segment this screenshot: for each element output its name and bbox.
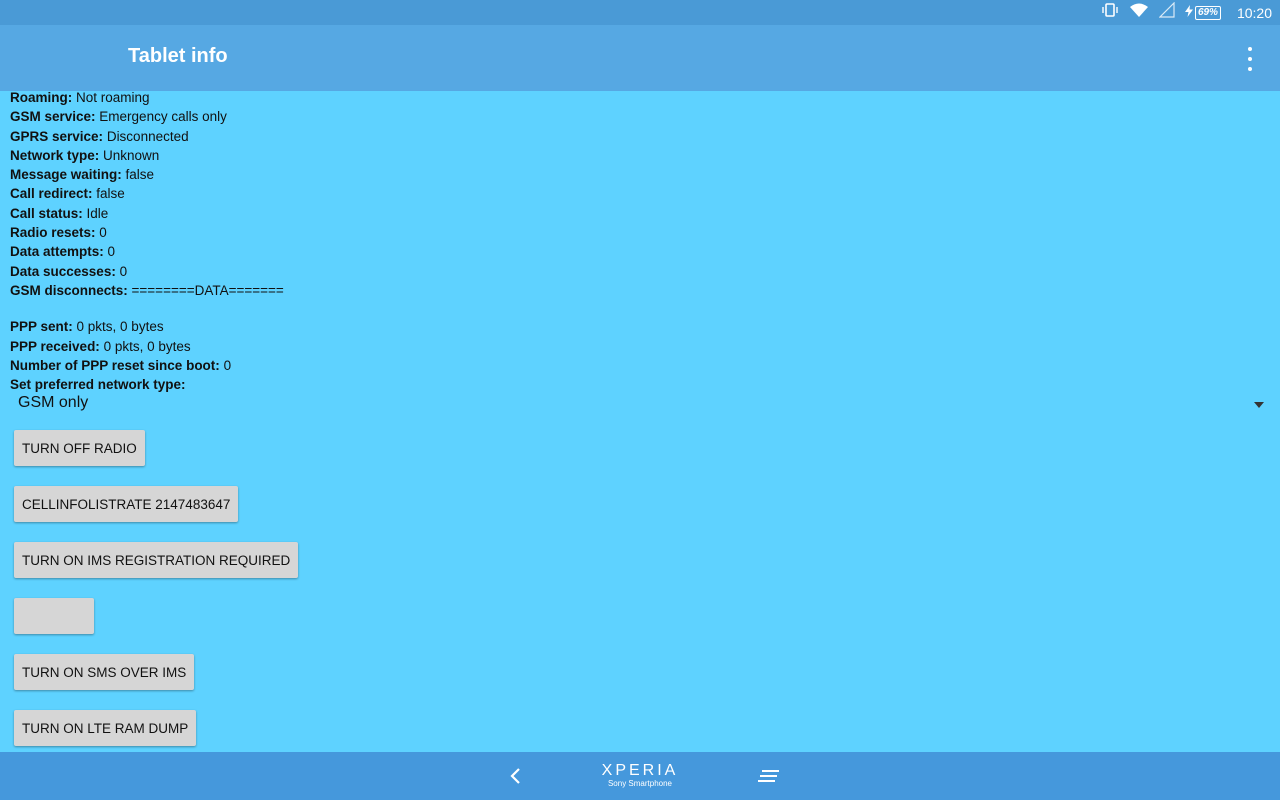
info-content: Roaming: Not roaming GSM service: Emergen… bbox=[10, 88, 1270, 394]
info-label: Data successes: bbox=[10, 263, 116, 279]
info-row: PPP received: 0 pkts, 0 bytes bbox=[10, 337, 1270, 356]
info-label: Network type: bbox=[10, 147, 100, 163]
charging-icon bbox=[1184, 4, 1193, 22]
brand-subtitle: Sony Smartphone bbox=[607, 779, 673, 788]
info-label: Message waiting: bbox=[10, 167, 122, 183]
info-row: Message waiting: false bbox=[10, 165, 1270, 184]
brand-logo: XPERIA Sony Smartphone bbox=[592, 762, 688, 788]
info-label: Data attempts: bbox=[10, 244, 104, 260]
info-value: 0 bbox=[95, 225, 107, 241]
info-list: Roaming: Not roaming GSM service: Emergen… bbox=[10, 88, 1270, 300]
lte-ram-dump-button[interactable]: TURN ON LTE RAM DUMP bbox=[14, 710, 197, 746]
ims-registration-required-button[interactable]: TURN ON IMS REGISTRATION REQUIRED bbox=[14, 542, 299, 578]
info-row: GSM disconnects: ========DATA======= bbox=[10, 281, 1270, 300]
app-bar: Tablet info bbox=[0, 25, 1280, 91]
sms-over-ims-button[interactable]: TURN ON SMS OVER IMS bbox=[14, 654, 195, 690]
ppp-list: PPP sent: 0 pkts, 0 bytes PPP received: 0… bbox=[10, 317, 1270, 394]
turn-off-radio-button[interactable]: TURN OFF RADIO bbox=[14, 430, 145, 466]
info-value: 0 pkts, 0 bytes bbox=[72, 319, 164, 335]
info-label: Call status: bbox=[10, 205, 83, 221]
info-value: Disconnected bbox=[103, 128, 189, 144]
info-label: Radio resets: bbox=[10, 225, 96, 241]
blank-button[interactable] bbox=[14, 598, 94, 634]
info-value: Unknown bbox=[99, 147, 160, 163]
info-value: Not roaming bbox=[72, 90, 150, 105]
info-label: Roaming: bbox=[10, 90, 73, 105]
info-label: GSM disconnects: bbox=[10, 282, 128, 298]
info-row: Data successes: 0 bbox=[10, 262, 1270, 281]
info-value: 0 bbox=[103, 244, 116, 260]
overflow-menu-icon[interactable] bbox=[1242, 47, 1258, 71]
page-title: Tablet info bbox=[128, 45, 228, 67]
info-row: Set preferred network type: bbox=[10, 375, 1270, 394]
network-type-selected: GSM only bbox=[18, 394, 89, 411]
info-label: Number of PPP reset since boot: bbox=[10, 357, 220, 373]
info-label: PPP sent: bbox=[10, 319, 73, 335]
info-row: PPP sent: 0 pkts, 0 bytes bbox=[10, 317, 1270, 336]
info-label: GPRS service: bbox=[10, 128, 104, 144]
info-row: Network type: Unknown bbox=[10, 146, 1270, 165]
battery-icon: 69% bbox=[1184, 4, 1221, 22]
info-row: Radio resets: 0 bbox=[10, 223, 1270, 242]
info-row: Call redirect: false bbox=[10, 184, 1270, 203]
clock: 10:20 bbox=[1236, 4, 1272, 21]
back-icon[interactable] bbox=[506, 766, 526, 786]
info-label: PPP received: bbox=[10, 338, 100, 354]
info-row: Call status: Idle bbox=[10, 204, 1270, 223]
info-value: Emergency calls only bbox=[95, 109, 227, 125]
info-value: 0 bbox=[115, 263, 128, 279]
cellinfolistrate-button[interactable]: CELLINFOLISTRATE 2147483647 bbox=[14, 486, 239, 522]
info-row: Data attempts: 0 bbox=[10, 242, 1270, 261]
info-label: GSM service: bbox=[10, 109, 96, 125]
recent-apps-icon[interactable] bbox=[758, 768, 780, 784]
wifi-icon bbox=[1129, 2, 1149, 23]
battery-percent: 69% bbox=[1194, 5, 1221, 20]
status-icons: 69% 10:20 bbox=[1101, 0, 1272, 25]
dropdown-arrow-icon bbox=[1254, 402, 1264, 408]
info-row: Roaming: Not roaming bbox=[10, 88, 1270, 107]
info-value: Idle bbox=[82, 205, 109, 221]
info-label: Set preferred network type: bbox=[10, 377, 186, 393]
status-bar: 69% 10:20 bbox=[0, 0, 1280, 25]
navigation-bar: XPERIA Sony Smartphone bbox=[0, 752, 1280, 800]
info-value: false bbox=[121, 167, 155, 183]
brand-name: XPERIA bbox=[601, 762, 679, 779]
info-row: GSM service: Emergency calls only bbox=[10, 107, 1270, 126]
network-type-dropdown[interactable]: GSM only bbox=[0, 394, 1280, 418]
vibrate-icon bbox=[1101, 3, 1119, 22]
info-row: GPRS service: Disconnected bbox=[10, 127, 1270, 146]
info-value: ========DATA======= bbox=[127, 282, 284, 298]
info-label: Call redirect: bbox=[10, 186, 93, 202]
info-value: 0 bbox=[219, 357, 232, 373]
info-value: false bbox=[92, 186, 125, 202]
signal-icon bbox=[1158, 1, 1175, 23]
info-value: 0 pkts, 0 bytes bbox=[99, 338, 191, 354]
info-row: Number of PPP reset since boot: 0 bbox=[10, 356, 1270, 375]
